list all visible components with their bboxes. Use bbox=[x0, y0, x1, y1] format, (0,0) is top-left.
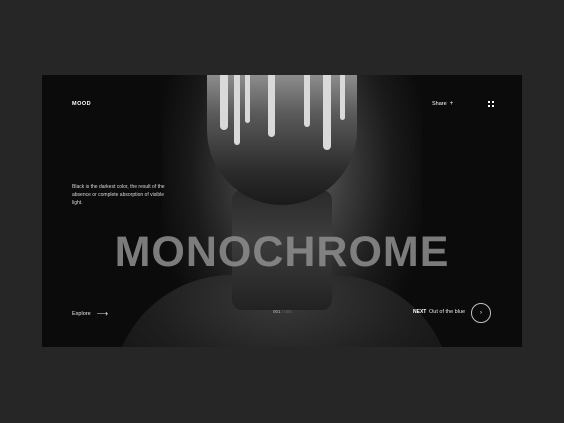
paint-drip bbox=[234, 75, 240, 145]
hero-description: Black is the darkest color, the result o… bbox=[72, 184, 165, 206]
hero-photo bbox=[42, 75, 522, 347]
pager-total: / 005 bbox=[281, 309, 292, 314]
grid-dots-icon[interactable] bbox=[488, 101, 494, 107]
paint-drip bbox=[323, 75, 331, 150]
paint-drip bbox=[304, 75, 310, 127]
arrow-right-icon: ⟶ bbox=[96, 309, 109, 318]
next-slide-title[interactable]: Out of the blue bbox=[429, 309, 465, 315]
brand-logo[interactable]: MOOD bbox=[72, 101, 91, 107]
explore-label: Explore bbox=[72, 310, 91, 317]
next-button[interactable]: › bbox=[471, 303, 491, 323]
slide-pager: 001 / 005 bbox=[273, 309, 292, 314]
hero-card: MOOD Share + Black is the darkest color,… bbox=[42, 75, 522, 347]
paint-drip bbox=[245, 75, 250, 123]
pager-current: 001 bbox=[273, 309, 281, 314]
share-label: Share bbox=[432, 101, 447, 107]
chevron-right-icon: › bbox=[480, 310, 482, 316]
page-title: MONOCHROME bbox=[114, 228, 450, 276]
paint-drip bbox=[340, 75, 345, 120]
explore-link[interactable]: Explore ⟶ bbox=[72, 309, 108, 318]
next-label: NEXT bbox=[413, 309, 427, 315]
paint-drip bbox=[268, 75, 275, 137]
share-button[interactable]: Share + bbox=[432, 101, 453, 107]
plus-icon: + bbox=[449, 101, 454, 107]
paint-drip bbox=[220, 75, 228, 130]
